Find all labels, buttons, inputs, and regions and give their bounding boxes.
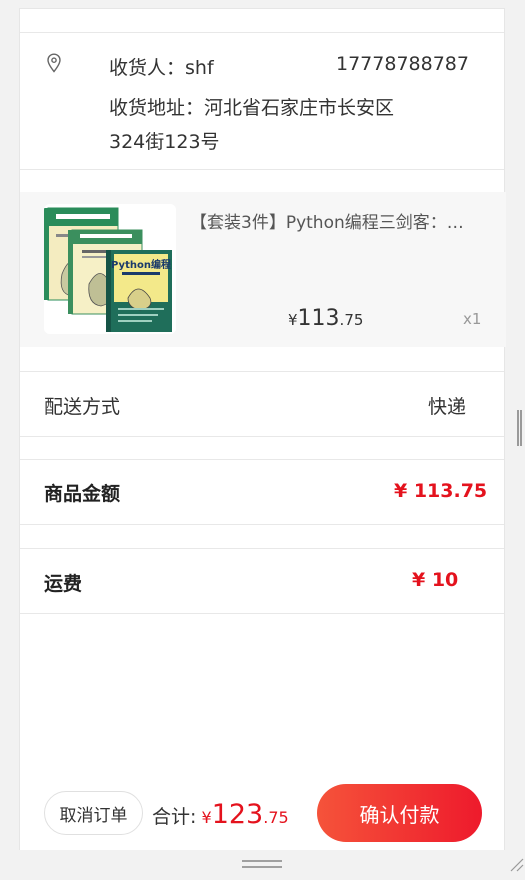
side-resize-handle[interactable]: [517, 410, 522, 446]
order-confirm-page: 收货人：shf 17778788787 收货地址：河北省石家庄市长安区324街1…: [19, 8, 506, 850]
product-title: 【套装3件】Python编程三剑客：…: [190, 213, 464, 233]
goods-amount-label: 商品金额: [44, 483, 121, 505]
delivery-top-divider: [20, 371, 504, 372]
total-currency: ¥: [201, 808, 212, 827]
receiver-label: 收货人：: [109, 57, 186, 79]
top-divider: [20, 32, 504, 33]
receiver-name: shf: [185, 57, 214, 79]
location-pin-icon: [47, 53, 61, 73]
cancel-order-button[interactable]: 取消订单: [44, 791, 143, 835]
goods-amount-value: ¥ 113.75: [394, 480, 488, 502]
shipping-bottom-divider: [20, 613, 504, 614]
amount-top-divider: [20, 459, 504, 460]
product-card[interactable]: Python编程 【套装3件】Python编程三剑客：… ¥113.75 x1: [20, 192, 506, 347]
address-divider: [20, 169, 504, 170]
receiver-phone: 17778788787: [336, 53, 469, 75]
book-title-text: Python编程: [111, 258, 171, 271]
product-image: Python编程: [44, 204, 176, 334]
address-label: 收货地址：: [109, 97, 205, 119]
order-total: 合计: ¥123.75: [152, 799, 289, 830]
total-label: 合计:: [152, 806, 197, 828]
total-integer: 123: [211, 799, 264, 830]
price-decimal: .75: [339, 311, 364, 329]
address-line: 收货地址：河北省石家庄市长安区324街123号: [109, 91, 419, 159]
confirm-payment-button[interactable]: 确认付款: [317, 784, 482, 842]
product-price: ¥113.75: [288, 306, 363, 331]
product-quantity: x1: [463, 310, 482, 328]
shipping-value: ¥ 10: [412, 569, 459, 591]
corner-resize-icon[interactable]: [508, 856, 524, 872]
price-currency: ¥: [288, 311, 298, 329]
shipping-top-divider: [20, 548, 504, 549]
book-cover-icon: Python编程: [44, 204, 176, 334]
bottom-resize-handle[interactable]: [242, 858, 282, 870]
shipping-label: 运费: [44, 573, 83, 595]
delivery-value: 快递: [428, 396, 467, 418]
total-decimal: .75: [263, 808, 289, 827]
amount-bottom-divider: [20, 524, 504, 525]
price-integer: 113: [297, 306, 340, 331]
delivery-label: 配送方式: [44, 396, 121, 418]
delivery-bottom-divider: [20, 436, 504, 437]
receiver-line: 收货人：shf: [109, 53, 214, 80]
